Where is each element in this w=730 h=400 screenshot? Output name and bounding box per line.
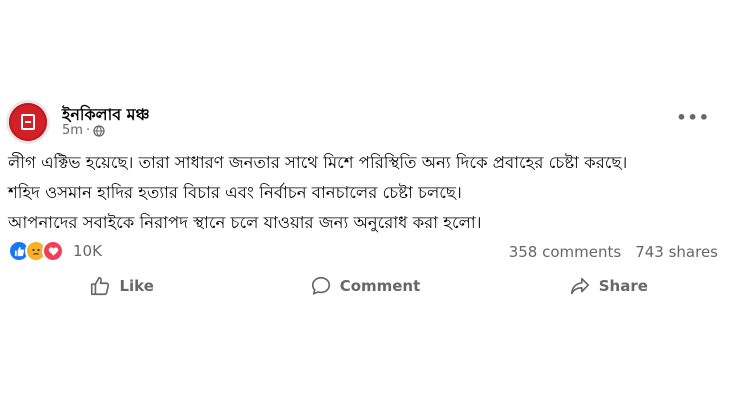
share-button[interactable]: Share	[487, 270, 730, 302]
like-label: Like	[119, 277, 154, 295]
shares-count[interactable]: 743 shares	[635, 243, 718, 261]
post-card: ইনকিলাব মঞ্চ 5m · ••• লীগ এক্টিভ হয়েছে।…	[0, 0, 730, 400]
love-reaction-icon	[42, 240, 64, 262]
post-line: শহিদ ওসমান হাদির হত্যার বিচার এবং নির্বা…	[8, 183, 462, 202]
comment-button[interactable]: Comment	[243, 270, 486, 302]
reactions-summary[interactable]: 10K	[8, 240, 102, 262]
post-meta: 5m ·	[62, 123, 105, 138]
logo-mark	[21, 114, 35, 130]
comments-count[interactable]: 358 comments	[509, 243, 621, 261]
post-line: লীগ এক্টিভ হয়েছে। তারা সাধারণ জনতার সাথ…	[8, 153, 628, 172]
more-options-icon[interactable]: •••	[676, 108, 710, 127]
globe-icon	[93, 124, 105, 137]
meta-separator: ·	[85, 123, 91, 138]
post-text: লীগ এক্টিভ হয়েছে। তারা সাধারণ জনতার সাথ…	[8, 148, 723, 238]
action-bar: Like Comment Share	[0, 270, 730, 302]
reaction-count: 10K	[73, 242, 102, 260]
share-icon	[570, 277, 589, 295]
comment-icon	[311, 276, 330, 295]
share-label: Share	[598, 277, 648, 295]
like-button[interactable]: Like	[0, 270, 243, 302]
post-time[interactable]: 5m	[62, 123, 83, 138]
page-avatar[interactable]	[6, 100, 50, 144]
thumbs-up-icon	[91, 276, 110, 296]
engagement-stats: 358 comments 743 shares	[509, 243, 718, 261]
page-logo	[9, 103, 47, 141]
comment-label: Comment	[339, 277, 421, 295]
post-line: আপনাদের সবাইকে নিরাপদ স্থানে চলে যাওয়ার…	[8, 213, 482, 232]
